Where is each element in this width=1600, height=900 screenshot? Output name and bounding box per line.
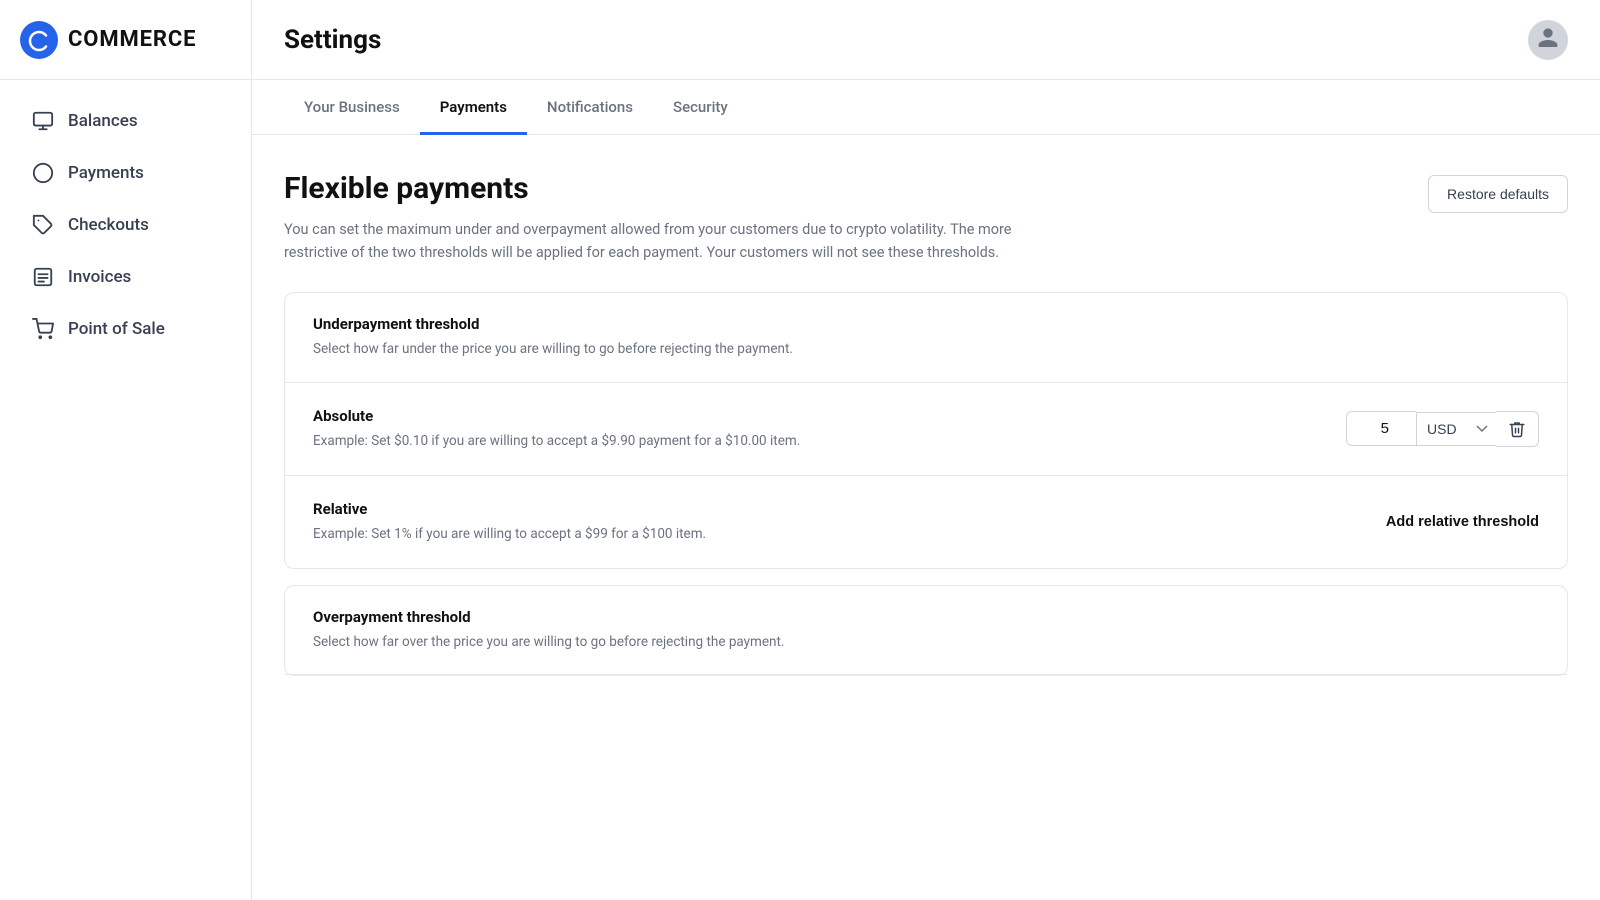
sidebar-item-point-of-sale[interactable]: Point of Sale <box>8 304 243 354</box>
file-icon <box>32 266 54 288</box>
absolute-value-input[interactable] <box>1346 411 1416 446</box>
tab-security[interactable]: Security <box>653 80 748 135</box>
sidebar-item-invoices[interactable]: Invoices <box>8 252 243 302</box>
sidebar-item-checkouts[interactable]: Checkouts <box>8 200 243 250</box>
underpayment-desc: Select how far under the price you are w… <box>313 339 1539 359</box>
sidebar-item-balances[interactable]: Balances <box>8 96 243 146</box>
user-avatar[interactable] <box>1528 20 1568 60</box>
tag-icon <box>32 214 54 236</box>
commerce-logo-icon <box>20 21 58 59</box>
sidebar-item-pos-label: Point of Sale <box>68 319 165 339</box>
section-header: Flexible payments You can set the maximu… <box>284 171 1568 264</box>
app-logo-text: COMMERCE <box>68 27 196 52</box>
main-area: Settings Your Business Payments Notifica… <box>252 0 1600 900</box>
absolute-desc: Example: Set $0.10 if you are willing to… <box>313 431 1346 451</box>
sidebar-item-checkouts-label: Checkouts <box>68 215 149 235</box>
trash-icon <box>1508 420 1526 438</box>
underpayment-card: Underpayment threshold Select how far un… <box>284 292 1568 569</box>
section-title: Flexible payments <box>284 171 1044 206</box>
relative-threshold-row: Relative Example: Set 1% if you are will… <box>285 476 1567 568</box>
tab-your-business[interactable]: Your Business <box>284 80 420 135</box>
absolute-title: Absolute <box>313 407 1346 425</box>
overpayment-desc: Select how far over the price you are wi… <box>313 632 1539 652</box>
restore-defaults-button[interactable]: Restore defaults <box>1428 175 1568 213</box>
monitor-icon <box>32 110 54 132</box>
sidebar-item-payments[interactable]: Payments <box>8 148 243 198</box>
overpayment-title: Overpayment threshold <box>313 608 1539 626</box>
section-header-left: Flexible payments You can set the maximu… <box>284 171 1044 264</box>
user-icon <box>1534 26 1562 54</box>
absolute-threshold-row: Absolute Example: Set $0.10 if you are w… <box>285 383 1567 476</box>
section-description: You can set the maximum under and overpa… <box>284 218 1044 264</box>
relative-desc: Example: Set 1% if you are willing to ac… <box>313 524 1386 544</box>
settings-tabs: Your Business Payments Notifications Sec… <box>252 80 1600 135</box>
relative-row-left: Relative Example: Set 1% if you are will… <box>313 500 1386 544</box>
sidebar-navigation: Balances Payments Checkouts Invo <box>0 80 251 370</box>
absolute-row-left: Absolute Example: Set $0.10 if you are w… <box>313 407 1346 451</box>
currency-select[interactable]: USD EUR GBP BTC ETH <box>1416 412 1496 446</box>
sidebar-item-invoices-label: Invoices <box>68 267 131 287</box>
add-relative-threshold-button[interactable]: Add relative threshold <box>1386 514 1539 530</box>
sidebar: COMMERCE Balances Payments Checkouts <box>0 0 252 900</box>
absolute-delete-button[interactable] <box>1496 411 1539 447</box>
cart-icon <box>32 318 54 340</box>
underpayment-card-header: Underpayment threshold Select how far un… <box>285 293 1567 382</box>
circle-icon <box>32 162 54 184</box>
page-title: Settings <box>284 25 381 55</box>
tab-notifications[interactable]: Notifications <box>527 80 653 135</box>
tab-payments[interactable]: Payments <box>420 80 527 135</box>
page-header: Settings <box>252 0 1600 80</box>
underpayment-title: Underpayment threshold <box>313 315 1539 333</box>
relative-title: Relative <box>313 500 1386 518</box>
sidebar-item-balances-label: Balances <box>68 111 138 131</box>
overpayment-card: Overpayment threshold Select how far ove… <box>284 585 1568 676</box>
sidebar-item-payments-label: Payments <box>68 163 144 183</box>
absolute-controls: USD EUR GBP BTC ETH <box>1346 411 1539 447</box>
sidebar-logo: COMMERCE <box>0 0 251 80</box>
overpayment-card-header: Overpayment threshold Select how far ove… <box>285 586 1567 675</box>
main-content: Flexible payments You can set the maximu… <box>252 135 1600 900</box>
